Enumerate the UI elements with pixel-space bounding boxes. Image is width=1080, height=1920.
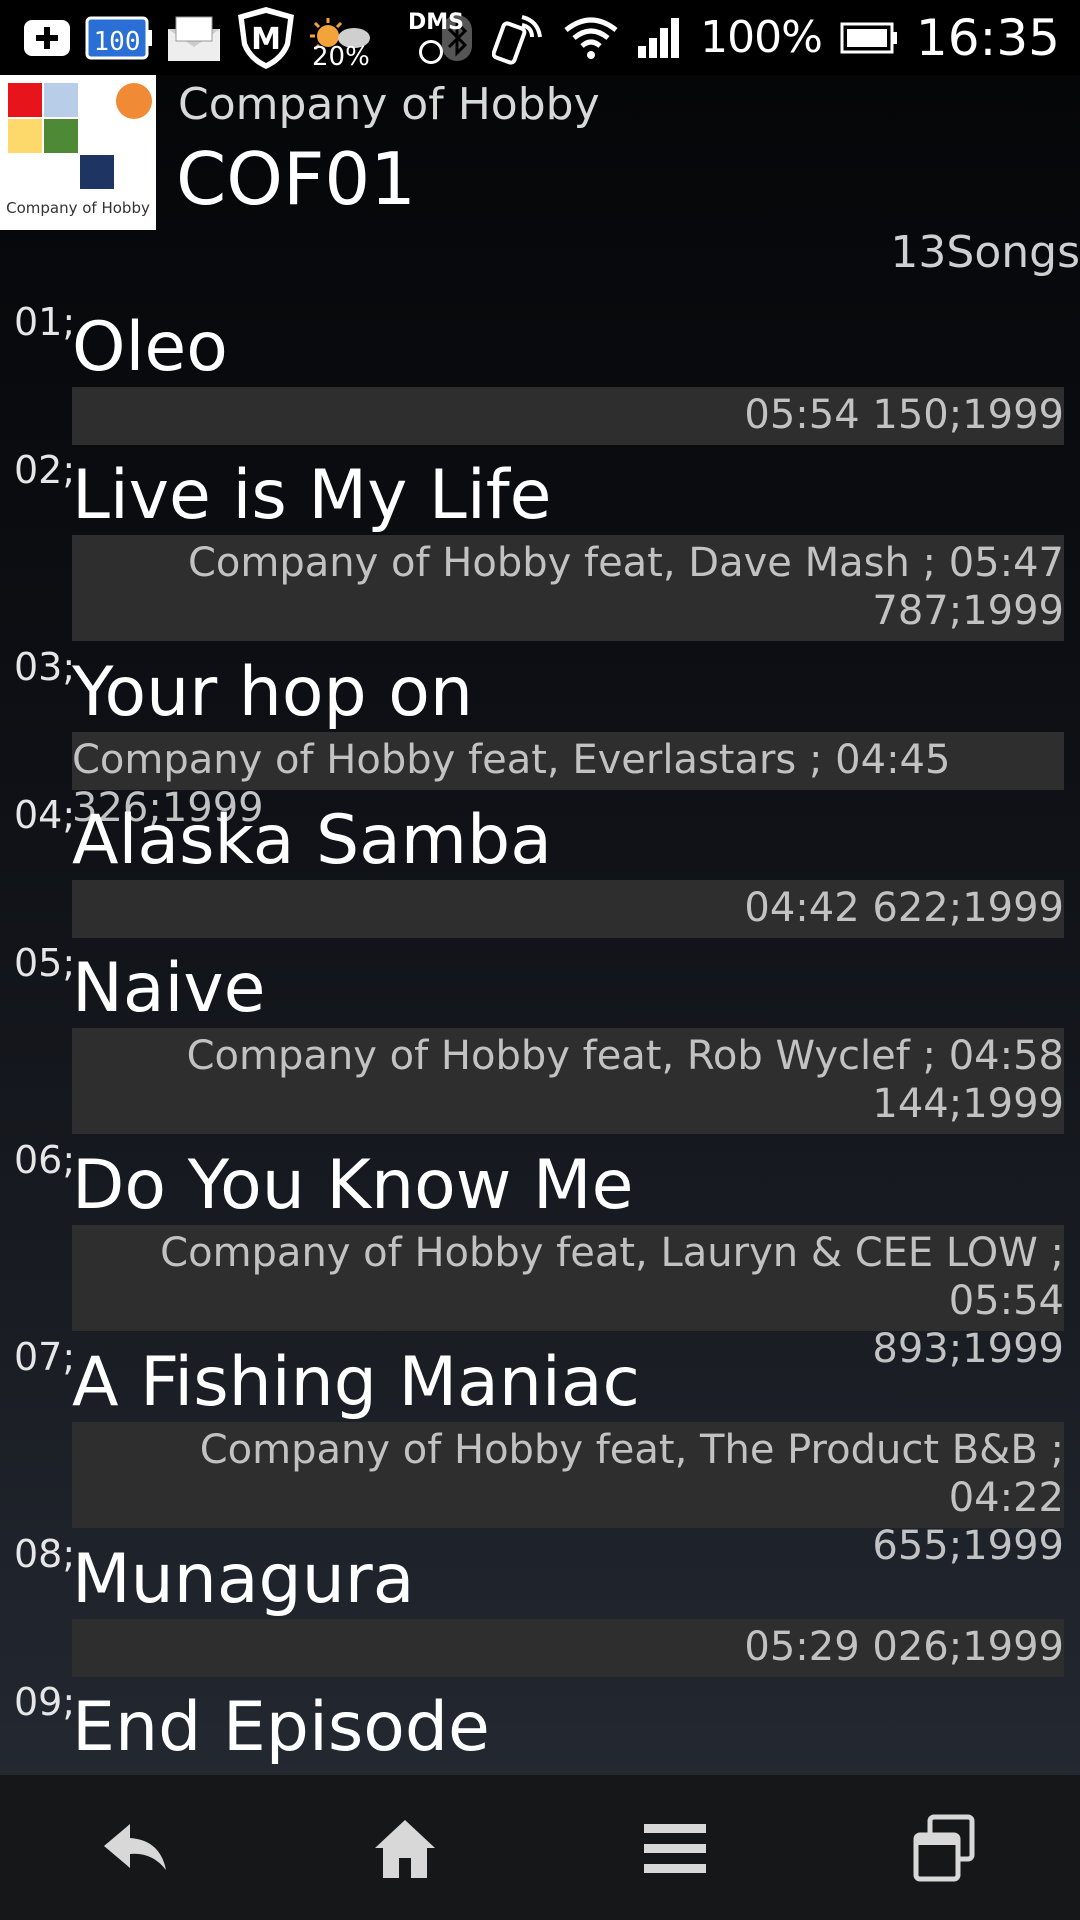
track-number: 06; [14,1138,76,1182]
track-info-line: 04:42 622;1999 [744,885,1064,931]
track-info: Company of Hobby feat, Lauryn & CEE LOW … [72,1225,1064,1372]
track-info: 05:54 150;1999 [72,387,1064,445]
track-row[interactable]: 03; Your hop on Company of Hobby feat, E… [0,645,1080,831]
track-title: End Episode [72,1688,490,1767]
track-info: Company of Hobby feat, The Product B&B ;… [72,1422,1064,1569]
track-row[interactable]: 04; Alaska Samba 04:42 622;1999 [0,793,1080,938]
signal-icon [636,16,682,60]
track-title: Naive [72,949,266,1028]
svg-text:100: 100 [94,27,141,57]
track-info-line: 787;1999 [872,588,1064,634]
weather-percent: 20% [312,42,370,72]
album-art[interactable]: Company of Hobby [0,75,156,230]
track-info-line: Company of Hobby feat, Dave Mash ; 05:47 [187,540,1064,586]
wifi-icon [564,16,618,60]
track-number: 09; [14,1680,76,1724]
clock: 16:35 [915,8,1060,67]
track-number: 08; [14,1532,76,1576]
track-title: Oleo [72,308,228,387]
battery-saver-icon: 100 [84,13,154,63]
album-track-list-screen: Company of Hobby Company of Hobby COF01 … [0,75,1080,1775]
track-number: 05; [14,941,76,985]
song-count: 13Songs [890,227,1080,278]
track-number: 02; [14,448,76,492]
track-info-line: Company of Hobby feat, Lauryn & CEE LOW … [160,1230,1064,1324]
navigation-bar [0,1775,1080,1920]
recent-apps-icon [913,1814,975,1881]
track-row[interactable]: 06; Do You Know Me Company of Hobby feat… [0,1138,1080,1372]
track-info: Company of Hobby feat, Dave Mash ; 05:47… [72,535,1064,641]
svg-text:M: M [251,22,281,57]
track-row[interactable]: 07; A Fishing Maniac Company of Hobby fe… [0,1335,1080,1569]
track-number: 01; [14,300,76,344]
home-button[interactable] [345,1798,465,1898]
back-button[interactable] [75,1798,195,1898]
track-row[interactable]: 08; Munagura 05:29 026;1999 [0,1532,1080,1677]
add-icon [22,16,72,60]
recent-apps-button[interactable] [885,1798,1005,1898]
artist-name: Company of Hobby [178,79,600,130]
track-info: 04:42 622;1999 [72,880,1064,938]
status-bar: 100 M 20% DMS 100% 16:35 [0,0,1080,75]
track-info-line: 05:29 026;1999 [744,1624,1064,1670]
track-title: A Fishing Maniac [72,1343,640,1422]
track-info-line: Company of Hobby feat, Rob Wyclef ; 04:5… [186,1033,1064,1079]
menu-button[interactable] [615,1798,735,1898]
track-number: 03; [14,645,76,689]
shield-m-icon: M [234,5,298,71]
track-row[interactable]: 01; Oleo 05:54 150;1999 [0,300,1080,445]
dms-icon [419,40,443,64]
mail-icon [166,13,222,63]
track-row[interactable]: 05; Naive Company of Hobby feat, Rob Wyc… [0,941,1080,1134]
track-info-line: Company of Hobby feat, The Product B&B ;… [199,1427,1064,1521]
battery-percent: 100% [700,12,823,63]
track-title: Live is My Life [72,456,552,535]
battery-icon [840,21,898,55]
track-number: 04; [14,793,76,837]
track-row[interactable]: 02; Live is My Life Company of Hobby fea… [0,448,1080,641]
back-icon [104,1823,166,1870]
track-title: Your hop on [72,653,473,732]
menu-icon [644,1823,706,1873]
home-icon [375,1819,435,1878]
track-title: Do You Know Me [72,1146,634,1225]
nfc-icon [492,11,546,65]
track-number: 07; [14,1335,76,1379]
track-info: Company of Hobby feat, Rob Wyclef ; 04:5… [72,1028,1064,1134]
dms-label: DMS [408,10,464,35]
track-title: Munagura [72,1540,415,1619]
album-header: Company of Hobby Company of Hobby COF01 … [0,75,1080,278]
album-art-caption: Company of Hobby [6,199,150,217]
track-info-line: 05:54 150;1999 [744,392,1064,438]
track-info: 05:29 026;1999 [72,1619,1064,1677]
track-row[interactable]: 09; End Episode [0,1680,1080,1775]
track-title: Alaska Samba [72,801,552,880]
album-title: COF01 [176,137,416,221]
track-info: Company of Hobby feat, Everlastars ; 04:… [72,732,1064,831]
track-info-line: 144;1999 [872,1081,1064,1127]
